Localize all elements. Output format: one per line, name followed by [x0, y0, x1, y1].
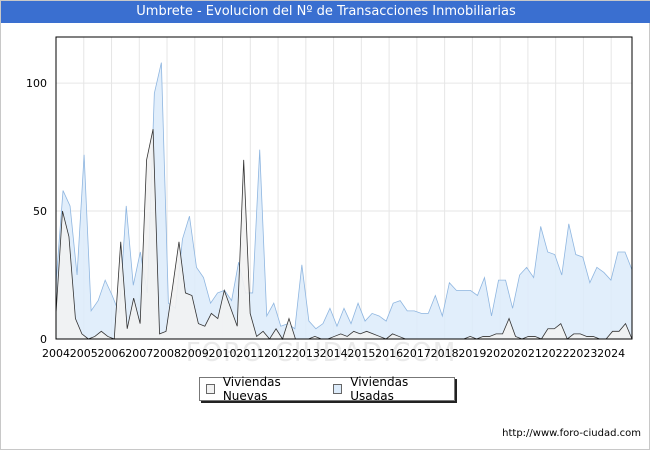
x-tick-label: 2012: [264, 347, 292, 360]
x-tick-label: 2009: [181, 347, 209, 360]
legend: Viviendas Nuevas Viviendas Usadas: [199, 375, 455, 403]
x-tick-label: 2014: [320, 347, 348, 360]
x-tick-label: 2023: [569, 347, 597, 360]
x-tick-label: 2013: [292, 347, 320, 360]
x-tick-label: 2022: [542, 347, 570, 360]
x-tick-label: 2016: [375, 347, 403, 360]
x-tick-label: 2011: [236, 347, 264, 360]
x-tick-label: 2007: [125, 347, 153, 360]
legend-label-nuevas: Viviendas Nuevas: [222, 375, 281, 403]
legend-item-nuevas: Viviendas Nuevas: [206, 375, 313, 403]
x-tick-label: 2006: [98, 347, 126, 360]
x-tick-label: 2008: [153, 347, 181, 360]
x-tick-label: 2024: [597, 347, 625, 360]
x-tick-label: 2010: [209, 347, 237, 360]
legend-swatch-nuevas: [206, 384, 215, 394]
y-tick-label: 50: [33, 205, 47, 218]
chart-frame: Umbrete - Evolucion del Nº de Transaccio…: [0, 0, 650, 450]
x-tick-label: 2020: [486, 347, 514, 360]
y-tick-label: 100: [26, 77, 47, 90]
x-tick-label: 2021: [514, 347, 542, 360]
x-tick-label: 2015: [347, 347, 375, 360]
x-tick-label: 2018: [431, 347, 459, 360]
x-tick-label: 2019: [458, 347, 486, 360]
legend-item-usadas: Viviendas Usadas: [333, 375, 440, 403]
legend-swatch-usadas: [333, 384, 343, 394]
x-tick-label: 2005: [70, 347, 98, 360]
y-tick-label: 0: [40, 333, 47, 346]
legend-label-usadas: Viviendas Usadas: [350, 375, 409, 403]
x-tick-label: 2004: [42, 347, 70, 360]
footer-url[interactable]: http://www.foro-ciudad.com: [502, 428, 641, 439]
x-tick-label: 2017: [403, 347, 431, 360]
